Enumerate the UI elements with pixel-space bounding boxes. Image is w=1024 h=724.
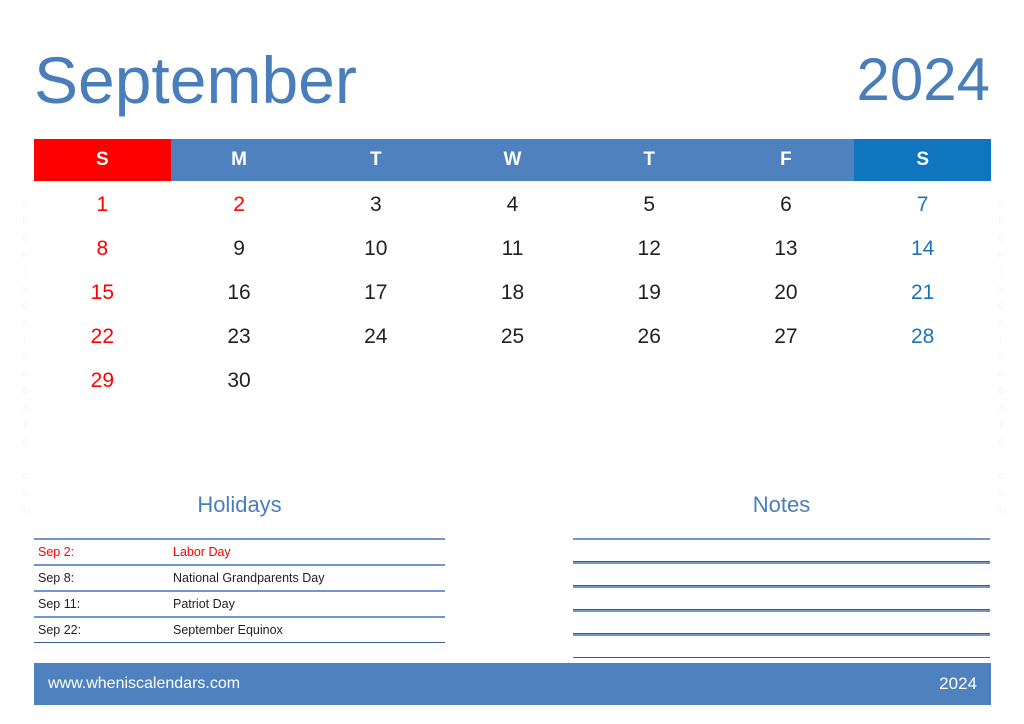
date-cell-24[interactable]: 24: [307, 315, 444, 359]
date-cell-9[interactable]: 9: [171, 227, 308, 271]
weekday-header-cell-4: T: [580, 139, 718, 181]
holiday-row: Sep 11: Patriot Day: [34, 590, 445, 618]
weekday-header-cell-1: M: [170, 139, 308, 181]
note-line[interactable]: [573, 586, 990, 610]
holiday-date: Sep 2:: [34, 538, 173, 566]
page-title-year: 2024: [856, 46, 990, 113]
weekday-header-cell-2: T: [307, 139, 445, 181]
weekday-header-cell-5: F: [717, 139, 855, 181]
date-cell-5[interactable]: 5: [581, 183, 718, 227]
date-cell-16[interactable]: 16: [171, 271, 308, 315]
date-cell-17[interactable]: 17: [307, 271, 444, 315]
holiday-date: Sep 11:: [34, 590, 173, 618]
date-cell-8[interactable]: 8: [34, 227, 171, 271]
date-cell-7[interactable]: 7: [854, 183, 991, 227]
date-cell-23[interactable]: 23: [171, 315, 308, 359]
date-cell-6[interactable]: 6: [718, 183, 855, 227]
holiday-row: Sep 8: National Grandparents Day: [34, 564, 445, 592]
note-line[interactable]: [573, 610, 990, 634]
date-cell-25[interactable]: 25: [444, 315, 581, 359]
date-cell-2[interactable]: 2: [171, 183, 308, 227]
date-cell-11[interactable]: 11: [444, 227, 581, 271]
date-cell-empty: [444, 359, 581, 403]
date-cell-4[interactable]: 4: [444, 183, 581, 227]
holiday-name: National Grandparents Day: [173, 564, 445, 592]
weekday-header-row: SMTWTFS: [34, 139, 992, 181]
date-cell-empty: [581, 359, 718, 403]
date-cell-28[interactable]: 28: [854, 315, 991, 359]
footer-bar: www.wheniscalendars.com 2024: [34, 663, 991, 705]
date-cell-22[interactable]: 22: [34, 315, 171, 359]
date-cell-15[interactable]: 15: [34, 271, 171, 315]
holidays-table: Sep 2: Labor Day Sep 8: National Grandparen…: [34, 538, 445, 643]
holiday-date: Sep 22:: [34, 616, 173, 643]
holidays-heading: Holidays: [197, 492, 282, 517]
note-line[interactable]: [573, 562, 990, 586]
watermark-left: wheniscalendars.com: [20, 198, 30, 516]
holiday-name: Patriot Day: [173, 590, 445, 618]
date-cell-30[interactable]: 30: [171, 359, 308, 403]
date-cell-1[interactable]: 1: [34, 183, 171, 227]
date-cell-empty: [307, 359, 444, 403]
weekday-header-cell-0: S: [34, 139, 171, 181]
holiday-date: Sep 8:: [34, 564, 173, 592]
date-cell-empty: [718, 359, 855, 403]
date-cell-19[interactable]: 19: [581, 271, 718, 315]
notes-lines: [573, 538, 990, 658]
holiday-row: Sep 2: Labor Day: [34, 538, 445, 566]
footer-website-url[interactable]: www.wheniscalendars.com: [48, 675, 240, 693]
date-cell-14[interactable]: 14: [854, 227, 991, 271]
date-cell-13[interactable]: 13: [718, 227, 855, 271]
date-cell-20[interactable]: 20: [718, 271, 855, 315]
weekday-header-cell-6: S: [854, 139, 992, 181]
date-cell-12[interactable]: 12: [581, 227, 718, 271]
date-cell-21[interactable]: 21: [854, 271, 991, 315]
date-cell-3[interactable]: 3: [307, 183, 444, 227]
note-line[interactable]: [573, 538, 990, 562]
date-cell-18[interactable]: 18: [444, 271, 581, 315]
date-cell-26[interactable]: 26: [581, 315, 718, 359]
calendar-date-grid: 1 2 3 4 5 6 7 8 9 10 11 12 13 14 15 16 17 18 19 20 21 22 23 24 2…: [34, 183, 991, 403]
note-line[interactable]: [573, 634, 990, 658]
footer-year: 2024: [939, 674, 977, 693]
page-title-month: September: [34, 43, 357, 117]
weekday-header-cell-3: W: [444, 139, 581, 181]
date-cell-27[interactable]: 27: [718, 315, 855, 359]
notes-heading: Notes: [752, 492, 811, 517]
date-cell-10[interactable]: 10: [307, 227, 444, 271]
holiday-name: Labor Day: [173, 538, 445, 566]
watermark-right: wheniscalendars.com: [996, 198, 1006, 516]
holiday-name: September Equinox: [173, 616, 445, 643]
holiday-row: Sep 22: September Equinox: [34, 616, 445, 643]
calendar-title-row: September 2024: [34, 34, 990, 126]
date-cell-empty: [854, 359, 991, 403]
date-cell-29[interactable]: 29: [34, 359, 171, 403]
